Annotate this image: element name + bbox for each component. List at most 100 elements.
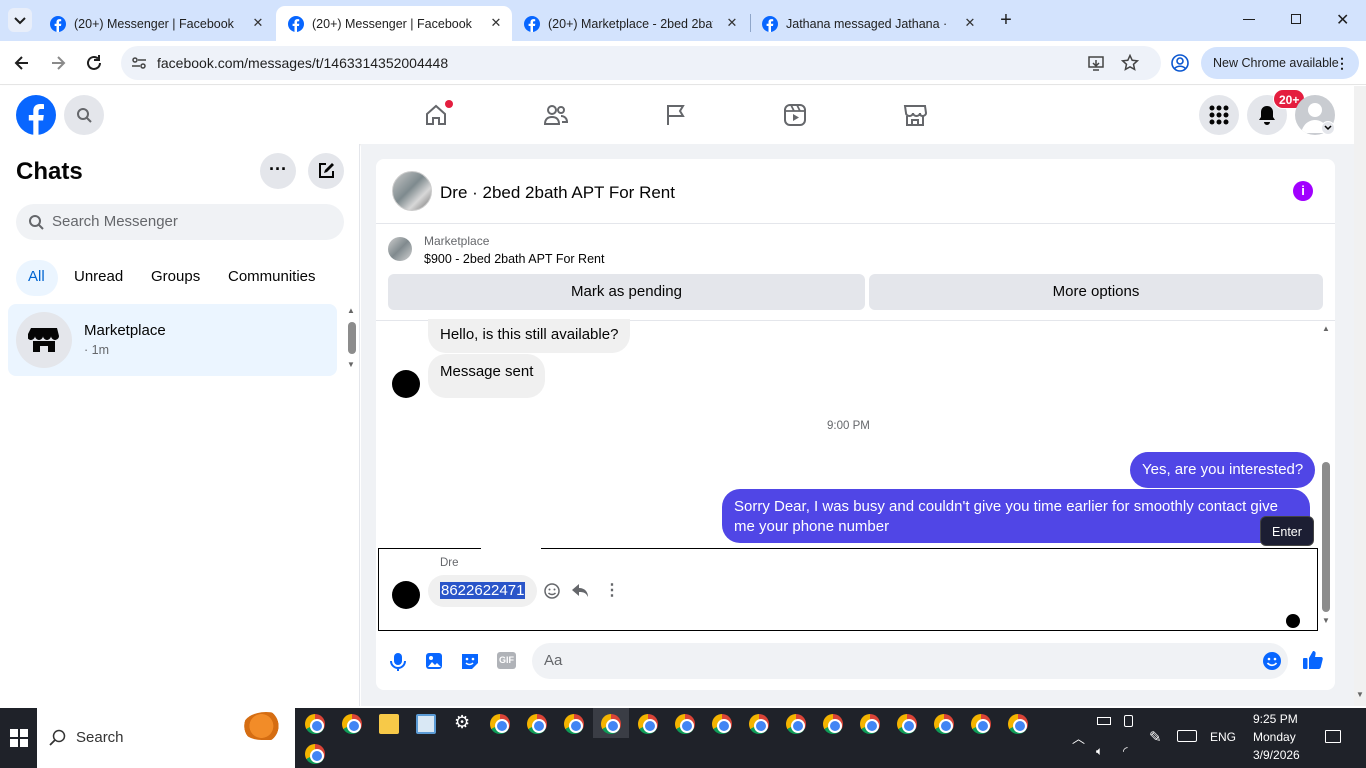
message-bubble-out[interactable]: Yes, are you interested?	[1130, 452, 1316, 488]
close-tab-icon[interactable]: ✕	[962, 15, 978, 31]
home-icon[interactable]	[424, 103, 448, 127]
site-settings-icon[interactable]	[131, 55, 147, 71]
search-messenger-input[interactable]: Search Messenger	[16, 204, 344, 240]
chat-options-button[interactable]: ···	[260, 153, 296, 189]
new-tab-button[interactable]: +	[996, 10, 1016, 31]
sender-avatar[interactable]	[392, 581, 420, 609]
more-options-button[interactable]: More options	[869, 274, 1323, 310]
facebook-logo-icon[interactable]	[16, 95, 56, 135]
speaker-muted-icon[interactable]: 🔈︎	[1096, 744, 1103, 759]
language-indicator[interactable]: ENG	[1210, 730, 1236, 744]
pen-icon[interactable]: ✎	[1149, 728, 1162, 746]
microphone-icon[interactable]	[390, 652, 406, 672]
chrome-taskbar-icon[interactable]	[786, 714, 806, 734]
react-emoji-icon[interactable]	[543, 582, 561, 600]
chrome-taskbar-icon[interactable]	[897, 714, 917, 734]
back-arrow-icon[interactable]	[12, 53, 32, 73]
device-icon[interactable]	[1124, 715, 1133, 727]
chrome-taskbar-icon[interactable]	[823, 714, 843, 734]
friends-icon[interactable]	[543, 103, 569, 127]
message-bubble-in[interactable]: 8622622471	[428, 575, 538, 607]
reply-icon[interactable]	[571, 583, 589, 599]
chrome-taskbar-icon[interactable]	[527, 714, 547, 734]
chat-list-item-marketplace[interactable]: Marketplace · 1m	[8, 304, 337, 376]
message-bubble-out[interactable]: Sorry Dear, I was busy and couldn't give…	[722, 489, 1310, 543]
filter-groups[interactable]: Groups	[151, 268, 200, 285]
sender-avatar[interactable]	[392, 370, 420, 398]
close-tab-icon[interactable]: ✕	[488, 15, 504, 31]
file-explorer-icon[interactable]	[379, 714, 399, 734]
filter-all[interactable]: All	[28, 268, 45, 285]
browser-tab-4[interactable]: Jathana messaged Jathana · 2bed ✕	[750, 6, 986, 41]
clock-day[interactable]: Monday	[1253, 730, 1296, 744]
forward-arrow-icon[interactable]	[48, 53, 68, 73]
messages-scrollbar[interactable]: ▲ ▼	[1320, 322, 1332, 628]
close-window-icon[interactable]: ✕	[1336, 10, 1349, 30]
chrome-taskbar-icon[interactable]	[675, 714, 695, 734]
pages-flag-icon[interactable]	[664, 103, 688, 127]
wifi-icon[interactable]: ◜	[1123, 744, 1128, 758]
listing-title[interactable]: $900 - 2bed 2bath APT For Rent	[424, 252, 604, 266]
conversation-info-button[interactable]: i	[1293, 181, 1313, 201]
chrome-taskbar-icon[interactable]	[749, 714, 769, 734]
marketplace-icon[interactable]	[902, 103, 928, 127]
chrome-taskbar-icon[interactable]	[564, 714, 584, 734]
new-message-button[interactable]	[308, 153, 344, 189]
chrome-taskbar-icon[interactable]	[1008, 714, 1028, 734]
chrome-taskbar-icon[interactable]	[305, 744, 325, 764]
minimize-window-icon[interactable]	[1243, 19, 1255, 20]
filter-unread[interactable]: Unread	[74, 268, 123, 285]
chrome-taskbar-icon[interactable]	[342, 714, 362, 734]
listing-thumbnail[interactable]	[388, 237, 412, 261]
chrome-taskbar-icon[interactable]	[860, 714, 880, 734]
battery-icon[interactable]	[1097, 717, 1111, 725]
install-app-icon[interactable]	[1087, 54, 1105, 72]
browser-tab-2[interactable]: (20+) Messenger | Facebook ✕	[276, 6, 512, 41]
facebook-search-button[interactable]	[64, 95, 104, 135]
thumbs-up-icon[interactable]	[1302, 649, 1324, 671]
clock-time[interactable]: 9:25 PM	[1253, 712, 1298, 726]
filter-communities[interactable]: Communities	[228, 268, 316, 285]
clock-date[interactable]: 3/9/2026	[1253, 748, 1300, 762]
message-composer-input[interactable]: Aa	[532, 643, 1288, 679]
gif-icon[interactable]: GIF	[497, 652, 516, 669]
bookmark-star-icon[interactable]	[1121, 54, 1139, 72]
keyboard-icon[interactable]	[1177, 730, 1197, 742]
address-bar[interactable]: facebook.com/messages/t/1463314352004448	[121, 46, 1161, 80]
chrome-taskbar-icon[interactable]	[971, 714, 991, 734]
account-chevron-icon[interactable]	[1321, 121, 1335, 135]
chrome-taskbar-icon[interactable]	[712, 714, 732, 734]
photo-icon[interactable]	[425, 652, 443, 670]
conversation-title[interactable]: Dre · 2bed 2bath APT For Rent	[440, 183, 675, 203]
settings-gear-icon[interactable]: ⚙	[454, 712, 470, 733]
browser-tab-1[interactable]: (20+) Messenger | Facebook ✕	[38, 6, 274, 41]
new-chrome-available-button[interactable]: New Chrome available ⋮	[1201, 47, 1359, 79]
emoji-picker-icon[interactable]	[1262, 651, 1282, 671]
chrome-taskbar-icon[interactable]	[305, 714, 325, 734]
chrome-taskbar-icon-active[interactable]	[601, 714, 621, 734]
taskbar-search-box[interactable]: Search	[37, 708, 295, 768]
chrome-taskbar-icon[interactable]	[638, 714, 658, 734]
tab-search-button[interactable]	[8, 8, 32, 32]
close-tab-icon[interactable]: ✕	[724, 15, 740, 31]
reload-icon[interactable]	[84, 53, 104, 73]
phone-number-selected[interactable]: 8622622471	[440, 582, 526, 599]
message-bubble-in[interactable]: Message sent	[428, 354, 546, 398]
message-bubble-in[interactable]: Hello, is this still available?	[428, 319, 631, 353]
mark-as-pending-button[interactable]: Mark as pending	[388, 274, 865, 310]
chrome-taskbar-icon[interactable]	[490, 714, 510, 734]
more-vertical-icon[interactable]: ⋮	[604, 580, 620, 600]
browser-tab-3[interactable]: (20+) Marketplace - 2bed 2bath ✕	[512, 6, 748, 41]
close-tab-icon[interactable]: ✕	[250, 15, 266, 31]
menu-button[interactable]	[1199, 95, 1239, 135]
listing-avatar[interactable]	[392, 171, 432, 211]
sticker-icon[interactable]	[460, 652, 480, 670]
video-icon[interactable]	[783, 103, 807, 127]
windows-start-icon[interactable]	[10, 729, 28, 747]
restore-window-icon[interactable]	[1291, 14, 1301, 24]
sidebar-scrollbar[interactable]: ▲ ▼	[346, 304, 356, 370]
tray-chevron-up-icon[interactable]: ︿	[1072, 728, 1085, 747]
profile-icon[interactable]	[1170, 53, 1190, 73]
notification-center-icon[interactable]	[1325, 730, 1341, 743]
notepad-icon[interactable]	[416, 714, 436, 734]
